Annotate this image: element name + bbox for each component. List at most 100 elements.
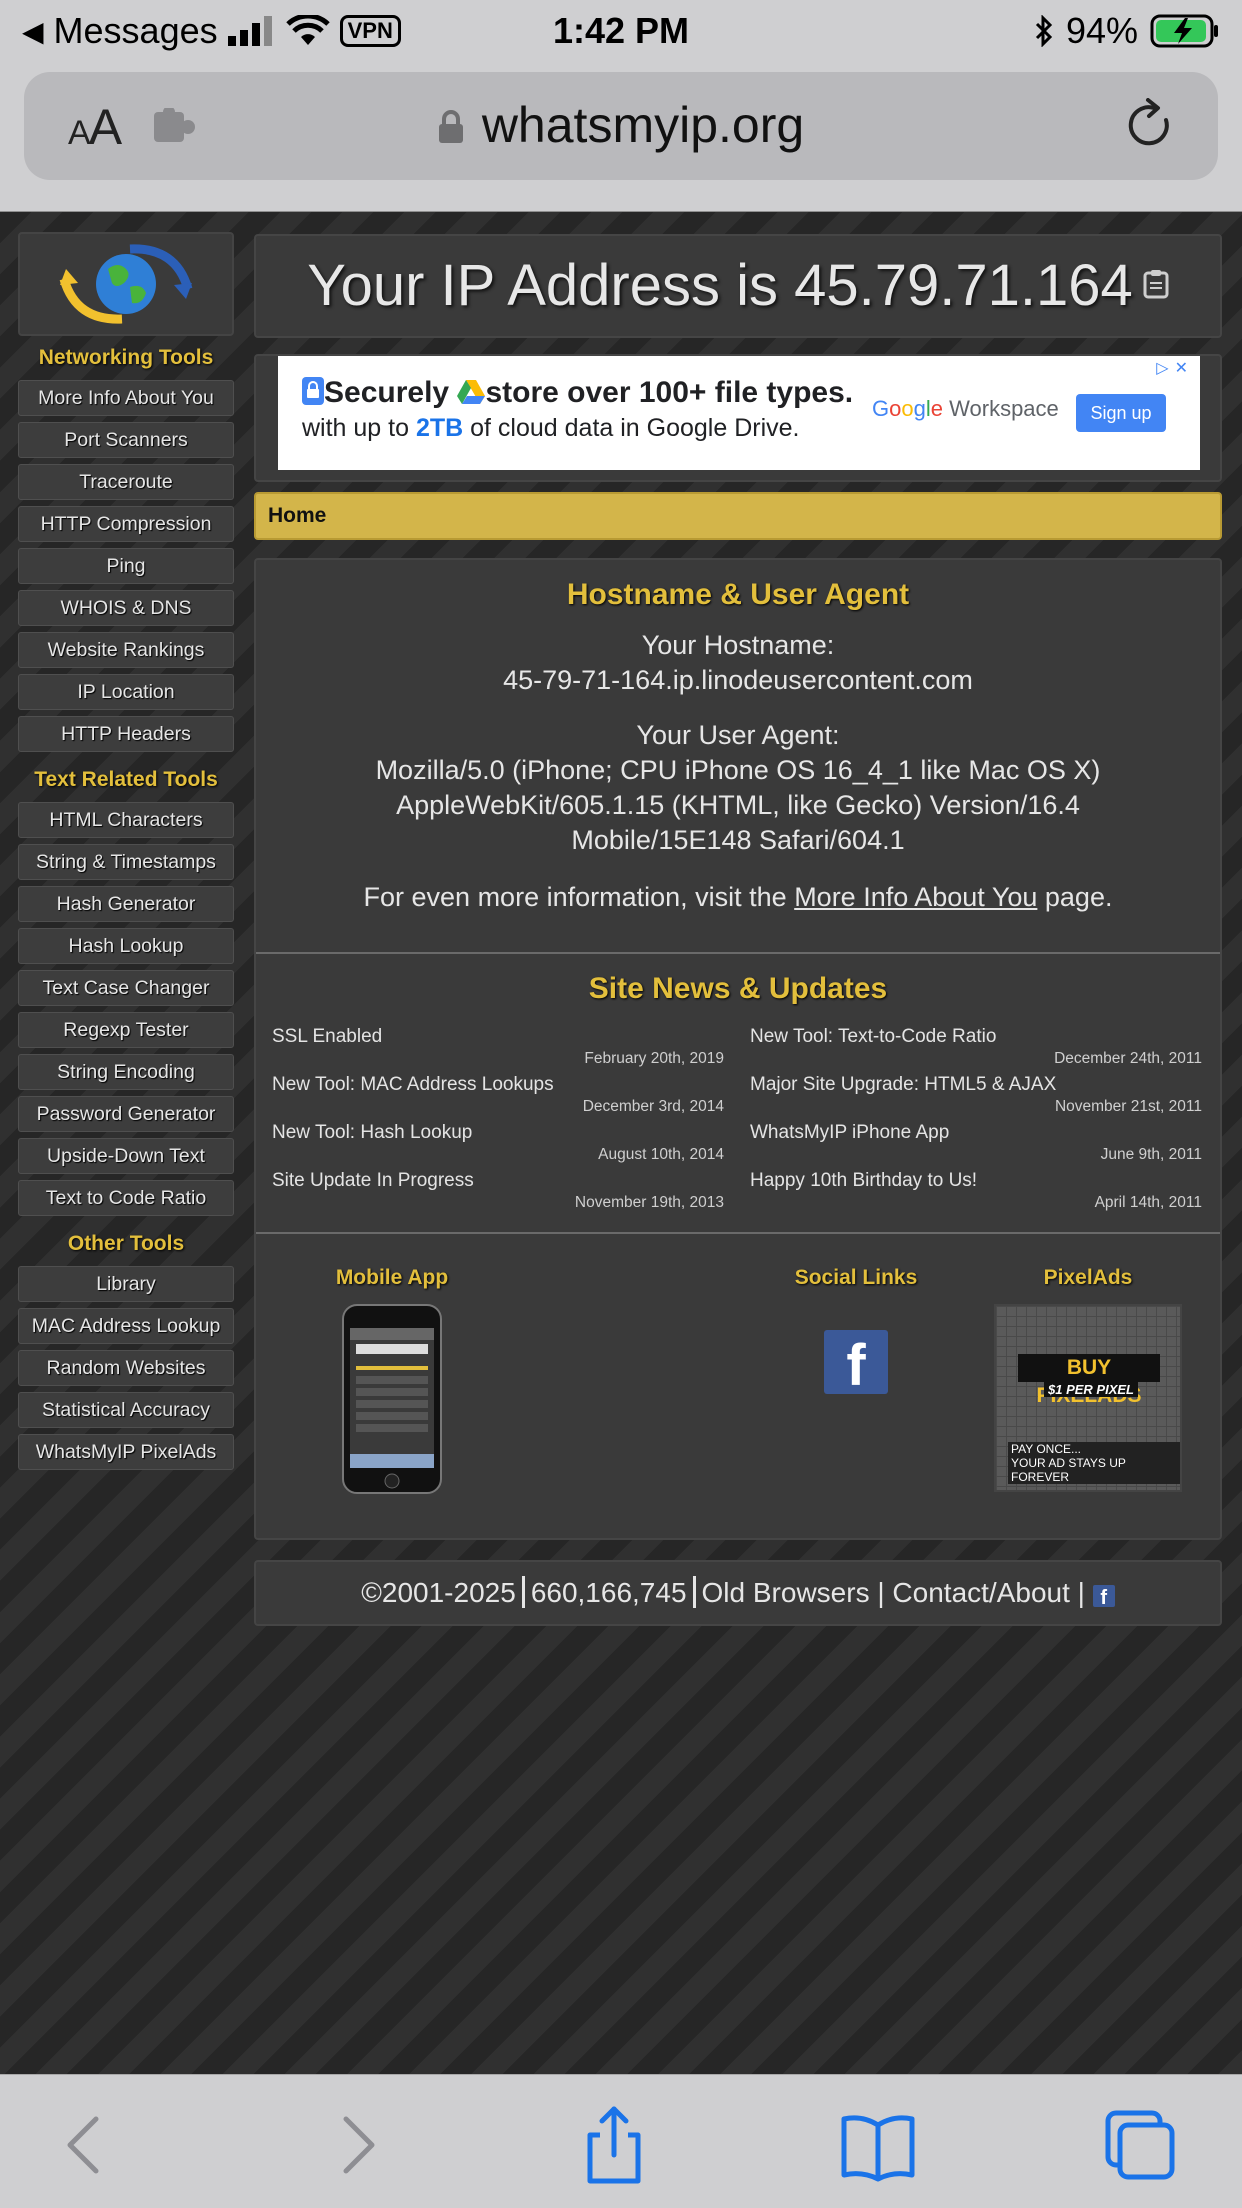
sidebar-item-text-case-changer[interactable]: Text Case Changer bbox=[18, 970, 234, 1006]
sidebar-item-mac-address-lookup[interactable]: MAC Address Lookup bbox=[18, 1308, 234, 1344]
news-column-right: New Tool: Text-to-Code Ratio December 24t… bbox=[750, 1026, 1202, 1218]
news-section-title: Site News & Updates bbox=[588, 972, 888, 1005]
hostname-value: 45-79-71-164.ip.linodeusercontent.com bbox=[503, 665, 973, 695]
networking-tools-heading: Networking Tools bbox=[38, 346, 214, 369]
news-column-left: SSL Enabled February 20th, 2019 New Tool:… bbox=[272, 1026, 724, 1218]
news-item[interactable]: SSL Enabled February 20th, 2019 bbox=[272, 1026, 724, 1074]
more-info-sentence: For even more information, visit the Mor… bbox=[363, 882, 1113, 912]
lock-badge-icon bbox=[302, 377, 324, 405]
globe-logo-icon bbox=[59, 244, 193, 324]
news-item[interactable]: Site Update In Progress November 19th, 20… bbox=[272, 1170, 724, 1218]
text-tools-list: HTML Characters String & Timestamps Hash… bbox=[18, 802, 234, 1216]
safari-toolbar bbox=[0, 2074, 1242, 2208]
contact-about-link[interactable]: Contact/About bbox=[892, 1577, 1069, 1608]
sidebar-item-text-to-code-ratio[interactable]: Text to Code Ratio bbox=[18, 1180, 234, 1216]
sidebar-item-whois-dns[interactable]: WHOIS & DNS bbox=[18, 590, 234, 626]
sidebar-item-ip-location[interactable]: IP Location bbox=[18, 674, 234, 710]
battery-charging-icon bbox=[1150, 14, 1218, 48]
url-text[interactable]: whatsmyip.org bbox=[482, 97, 804, 153]
sidebar-item-hash-lookup[interactable]: Hash Lookup bbox=[18, 928, 234, 964]
sidebar: Networking Tools More Info About You Por… bbox=[18, 232, 234, 1476]
browser-chrome: ◀ Messages VPN 1:42 PM 94% AA whatsmyip.… bbox=[0, 0, 1242, 212]
news-item[interactable]: WhatsMyIP iPhone App June 9th, 2011 bbox=[750, 1122, 1202, 1170]
sidebar-item-ping[interactable]: Ping bbox=[18, 548, 234, 584]
divider bbox=[256, 1232, 1220, 1234]
hostname-label: Your Hostname: bbox=[641, 630, 835, 660]
user-agent-line-1: Mozilla/5.0 (iPhone; CPU iPhone OS 16_4_… bbox=[375, 755, 1101, 785]
ad-subline: with up to 2TB of cloud data in Google D… bbox=[302, 414, 800, 442]
sidebar-item-string-timestamps[interactable]: String & Timestamps bbox=[18, 844, 234, 880]
pixelads-title: BUY PIXELADS bbox=[1018, 1354, 1160, 1407]
copyright-text: ©2001-2025 bbox=[361, 1577, 516, 1608]
sidebar-item-more-info[interactable]: More Info About You bbox=[18, 380, 234, 416]
user-agent-line-3: Mobile/15E148 Safari/604.1 bbox=[571, 825, 905, 855]
sidebar-item-random-websites[interactable]: Random Websites bbox=[18, 1350, 234, 1386]
google-drive-icon bbox=[457, 380, 486, 404]
address-bar[interactable]: AA whatsmyip.org bbox=[24, 72, 1218, 180]
sidebar-item-upside-down-text[interactable]: Upside-Down Text bbox=[18, 1138, 234, 1174]
sidebar-item-html-characters[interactable]: HTML Characters bbox=[18, 802, 234, 838]
user-agent-label: Your User Agent: bbox=[636, 720, 840, 750]
pixelads-footnote: PAY ONCE... YOUR AD STAYS UP FOREVER bbox=[1008, 1442, 1180, 1484]
lock-icon bbox=[438, 110, 463, 143]
breadcrumb-home[interactable]: Home bbox=[268, 504, 326, 527]
copy-clipboard-icon[interactable] bbox=[1143, 269, 1169, 299]
news-item[interactable]: New Tool: MAC Address Lookups December 3r… bbox=[272, 1074, 724, 1122]
forward-chevron-icon[interactable] bbox=[316, 2105, 396, 2185]
other-tools-heading: Other Tools bbox=[67, 1232, 185, 1255]
sidebar-item-port-scanners[interactable]: Port Scanners bbox=[18, 422, 234, 458]
site-logo[interactable] bbox=[18, 232, 234, 336]
networking-tools-list: More Info About You Port Scanners Tracer… bbox=[18, 380, 234, 752]
hostname-section-title: Hostname & User Agent bbox=[566, 578, 910, 611]
sidebar-item-pixelads[interactable]: WhatsMyIP PixelAds bbox=[18, 1434, 234, 1470]
sidebar-item-statistical-accuracy[interactable]: Statistical Accuracy bbox=[18, 1392, 234, 1428]
old-browsers-link[interactable]: Old Browsers bbox=[702, 1577, 870, 1608]
status-bar: ◀ Messages VPN 1:42 PM 94% bbox=[0, 0, 1242, 62]
ad-container: Securely store over 100+ file types. wit… bbox=[254, 354, 1222, 482]
ad-headline: Securely store over 100+ file types. bbox=[302, 376, 853, 410]
visitor-count: 660,166,745 bbox=[530, 1577, 687, 1608]
ad-brand: Google Workspace bbox=[872, 396, 1059, 421]
sidebar-item-hash-generator[interactable]: Hash Generator bbox=[18, 886, 234, 922]
sidebar-item-string-encoding[interactable]: String Encoding bbox=[18, 1054, 234, 1090]
main-content-panel: Hostname & User Agent Your Hostname: 45-… bbox=[254, 558, 1222, 1540]
social-links-heading: Social Links bbox=[794, 1266, 918, 1289]
web-page: Networking Tools More Info About You Por… bbox=[0, 212, 1242, 2074]
sidebar-item-password-generator[interactable]: Password Generator bbox=[18, 1096, 234, 1132]
news-item[interactable]: Happy 10th Birthday to Us! April 14th, 20… bbox=[750, 1170, 1202, 1218]
breadcrumb: Home bbox=[254, 492, 1222, 540]
news-item[interactable]: Major Site Upgrade: HTML5 & AJAX November… bbox=[750, 1074, 1202, 1122]
tabs-icon[interactable] bbox=[1100, 2105, 1180, 2185]
other-tools-list: Library MAC Address Lookup Random Websit… bbox=[18, 1266, 234, 1470]
pixelads-subtitle: $1 PER PIXEL bbox=[1044, 1382, 1138, 1397]
sidebar-item-http-headers[interactable]: HTTP Headers bbox=[18, 716, 234, 752]
google-ad[interactable]: Securely store over 100+ file types. wit… bbox=[278, 356, 1200, 470]
pixelads-banner[interactable]: BUY PIXELADS $1 PER PIXEL PAY ONCE... YO… bbox=[994, 1304, 1182, 1492]
mobile-app-heading: Mobile App bbox=[335, 1266, 449, 1289]
ad-signup-button[interactable]: Sign up bbox=[1076, 394, 1166, 432]
bookmarks-icon[interactable] bbox=[838, 2105, 918, 2185]
sidebar-item-website-rankings[interactable]: Website Rankings bbox=[18, 632, 234, 668]
pixelads-heading: PixelAds bbox=[1043, 1266, 1133, 1289]
battery-percent: 94% bbox=[1065, 10, 1138, 51]
ad-choices-icon[interactable]: ▷✕ bbox=[1156, 358, 1194, 378]
site-footer: ©2001-2025 660,166,745 Old Browsers | Cont… bbox=[254, 1560, 1222, 1626]
reload-icon[interactable] bbox=[1122, 98, 1178, 154]
ip-address-text: Your IP Address is 45.79.71.164 bbox=[307, 253, 1133, 318]
ip-address-banner: Your IP Address is 45.79.71.164 bbox=[254, 234, 1222, 338]
news-item[interactable]: New Tool: Text-to-Code Ratio December 24t… bbox=[750, 1026, 1202, 1074]
bluetooth-icon bbox=[1035, 15, 1053, 47]
sidebar-item-http-compression[interactable]: HTTP Compression bbox=[18, 506, 234, 542]
news-item[interactable]: New Tool: Hash Lookup August 10th, 2014 bbox=[272, 1122, 724, 1170]
divider bbox=[256, 952, 1220, 954]
sidebar-item-library[interactable]: Library bbox=[18, 1266, 234, 1302]
more-info-link[interactable]: More Info About You bbox=[794, 882, 1037, 912]
facebook-icon[interactable]: f bbox=[824, 1330, 888, 1398]
facebook-small-icon[interactable]: f bbox=[1092, 1585, 1115, 1609]
sidebar-item-traceroute[interactable]: Traceroute bbox=[18, 464, 234, 500]
share-icon[interactable] bbox=[574, 2105, 654, 2185]
user-agent-line-2: AppleWebKit/605.1.15 (KHTML, like Gecko)… bbox=[396, 790, 1080, 820]
back-chevron-icon[interactable] bbox=[46, 2105, 126, 2185]
iphone-app-image[interactable] bbox=[342, 1304, 442, 1494]
sidebar-item-regexp-tester[interactable]: Regexp Tester bbox=[18, 1012, 234, 1048]
